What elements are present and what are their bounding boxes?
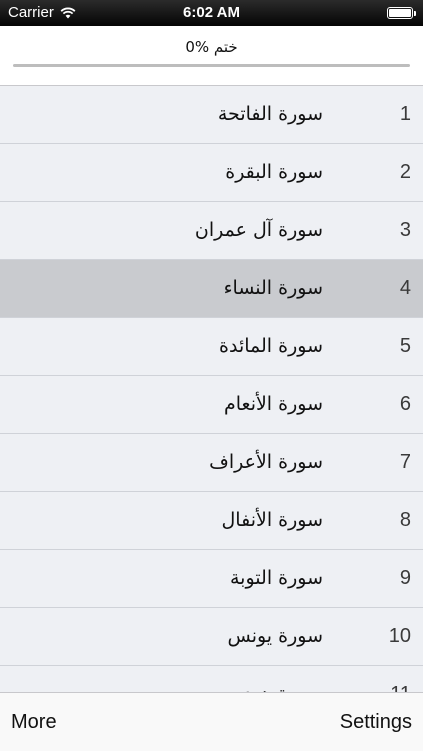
surah-name: سورة الأعراف — [209, 451, 323, 473]
status-bar: Carrier 6:02 AM — [0, 0, 423, 26]
surah-number: 6 — [399, 393, 411, 415]
surah-row[interactable]: سورة النساء 4 — [0, 260, 423, 318]
khatm-progress-header: 0% ختم — [0, 26, 423, 86]
surah-number: 10 — [388, 625, 411, 647]
surah-number: 3 — [399, 219, 411, 241]
surah-name: سورة الفاتحة — [217, 103, 323, 125]
surah-name: سورة الأنعام — [223, 393, 323, 415]
surah-row[interactable]: سورة الأنفال 8 — [0, 492, 423, 550]
surah-row[interactable]: سورة الفاتحة 1 — [0, 86, 423, 144]
surah-row[interactable]: سورة البقرة 2 — [0, 144, 423, 202]
surah-row[interactable]: سورة الأعراف 7 — [0, 434, 423, 492]
more-button[interactable]: More — [11, 711, 57, 734]
surah-row[interactable]: سورة آل عمران 3 — [0, 202, 423, 260]
surah-number: 4 — [399, 277, 411, 299]
surah-number: 2 — [399, 161, 411, 183]
surah-number: 1 — [399, 103, 411, 125]
status-time: 6:02 AM — [183, 4, 240, 21]
surah-row[interactable]: سورة الأنعام 6 — [0, 376, 423, 434]
bottom-toolbar: More Settings — [0, 692, 423, 751]
surah-number: 5 — [399, 335, 411, 357]
surah-list[interactable]: سورة الفاتحة 1 سورة البقرة 2 سورة آل عمران 3 س… — [0, 86, 423, 692]
surah-name: سورة البقرة — [225, 161, 323, 183]
progress-bar — [13, 64, 410, 67]
surah-name: سورة يونس — [227, 625, 323, 647]
surah-number: 7 — [399, 451, 411, 473]
surah-number: 8 — [399, 509, 411, 531]
battery-icon — [387, 7, 416, 19]
surah-name: سورة آل عمران — [194, 219, 323, 241]
settings-button[interactable]: Settings — [340, 711, 412, 734]
surah-name: سورة النساء — [223, 277, 323, 299]
surah-number: 11 — [390, 666, 411, 692]
surah-name: سورة الأنفال — [221, 509, 323, 531]
progress-label: 0% ختم — [185, 38, 238, 56]
surah-row[interactable]: سورة التوبة 9 — [0, 550, 423, 608]
surah-name: سورة التوبة — [230, 567, 323, 589]
surah-row[interactable]: سورة يونس 10 — [0, 608, 423, 666]
surah-row[interactable]: سورة المائدة 5 — [0, 318, 423, 376]
surah-number: 9 — [399, 567, 411, 589]
surah-name: سورة المائدة — [219, 335, 323, 357]
surah-row[interactable]: سورة هود 11 — [0, 666, 423, 692]
surah-name: سورة هود — [244, 666, 323, 692]
